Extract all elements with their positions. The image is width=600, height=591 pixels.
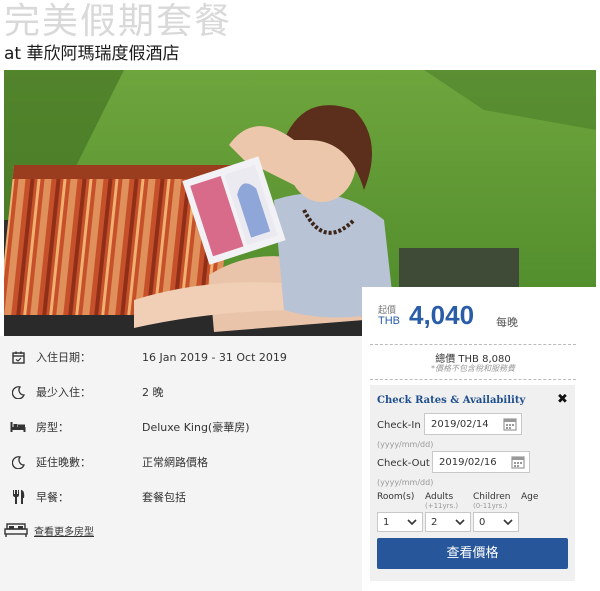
adults-label: Adults xyxy=(425,492,454,502)
detail-row-breakfast: 早餐： 套餐包括 xyxy=(0,482,362,512)
moon-icon xyxy=(10,454,26,470)
booking-panel: 起價 THB 4,040 每晚 總價 THB 8,080 *價格不包含稅和服務費… xyxy=(362,287,596,591)
detail-label: 房型： xyxy=(36,421,69,434)
bed-icon xyxy=(4,521,28,540)
check-rates-form: Check Rates & Availability ✖ Check-In : … xyxy=(370,385,575,581)
chevron-down-icon xyxy=(455,517,465,530)
checkout-field[interactable]: 2019/02/16 xyxy=(432,451,530,473)
page-title: 完美假期套餐 xyxy=(4,1,233,42)
detail-label: 最少入住： xyxy=(36,386,91,399)
children-age-note: (0-11yrs.) xyxy=(473,502,508,510)
chevron-down-icon xyxy=(407,517,417,530)
currency-label: THB xyxy=(378,315,400,327)
rooms-value: 1 xyxy=(383,517,390,528)
calendar-icon[interactable] xyxy=(503,417,517,434)
checkout-label: Check-Out : xyxy=(377,458,437,469)
children-value: 0 xyxy=(479,517,486,528)
detail-row-room-type: 房型： Deluxe King(豪華房) xyxy=(0,412,362,442)
detail-value: Deluxe King(豪華房) xyxy=(142,421,250,434)
rooms-select[interactable]: 1 xyxy=(377,512,423,532)
detail-value: 2 晚 xyxy=(142,386,164,399)
detail-label: 早餐： xyxy=(36,491,69,504)
bed-icon xyxy=(10,419,26,435)
detail-row-stay-dates: 入住日期： 16 Jan 2019 - 31 Oct 2019 xyxy=(0,342,362,372)
price-summary: 起價 THB 4,040 每晚 xyxy=(362,287,584,342)
moon-icon xyxy=(10,384,26,400)
adults-age-note: (+11yrs.) xyxy=(425,502,459,510)
checkin-field[interactable]: 2019/02/14 xyxy=(424,413,522,435)
age-label: Age xyxy=(521,492,539,502)
per-night-label: 每晚 xyxy=(496,316,518,329)
tax-note: *價格不包含稅和服務費 xyxy=(431,364,515,373)
date-format-hint: (yyyy/mm/dd) xyxy=(377,440,434,449)
checkin-label: Check-In : xyxy=(377,420,428,431)
calendar-icon xyxy=(10,349,26,365)
checkin-value: 2019/02/14 xyxy=(431,419,489,430)
package-details: 入住日期： 16 Jan 2019 - 31 Oct 2019 最少入住： 2 … xyxy=(0,336,362,591)
more-rooms-label[interactable]: 查看更多房型 xyxy=(34,523,94,538)
hotel-name: at 華欣阿瑪瑞度假酒店 xyxy=(4,44,180,64)
close-icon[interactable]: ✖ xyxy=(557,391,568,407)
adults-select[interactable]: 2 xyxy=(425,512,471,532)
detail-label: 延住晚數： xyxy=(36,456,91,469)
adults-value: 2 xyxy=(431,517,438,528)
chevron-down-icon xyxy=(503,517,513,530)
check-price-button[interactable]: 查看價格 xyxy=(377,538,568,569)
date-format-hint: (yyyy/mm/dd) xyxy=(377,478,434,487)
children-select[interactable]: 0 xyxy=(473,512,519,532)
detail-value: 正常網路價格 xyxy=(142,456,208,469)
price-amount: 4,040 xyxy=(409,300,475,330)
detail-label: 入住日期： xyxy=(36,351,91,364)
detail-value: 16 Jan 2019 - 31 Oct 2019 xyxy=(142,350,287,364)
form-title: Check Rates & Availability xyxy=(377,395,526,406)
divider xyxy=(370,344,576,345)
checkout-value: 2019/02/16 xyxy=(439,457,497,468)
more-rooms-link[interactable]: 查看更多房型 xyxy=(4,521,94,540)
rooms-label: Room(s) xyxy=(377,492,415,502)
detail-row-min-stay: 最少入住： 2 晚 xyxy=(0,377,362,407)
children-label: Children xyxy=(473,492,511,502)
fork-knife-icon xyxy=(10,489,26,505)
calendar-icon[interactable] xyxy=(511,455,525,472)
detail-value: 套餐包括 xyxy=(142,491,186,504)
divider xyxy=(370,379,576,380)
detail-row-extra-nights: 延住晚數： 正常網路價格 xyxy=(0,447,362,477)
